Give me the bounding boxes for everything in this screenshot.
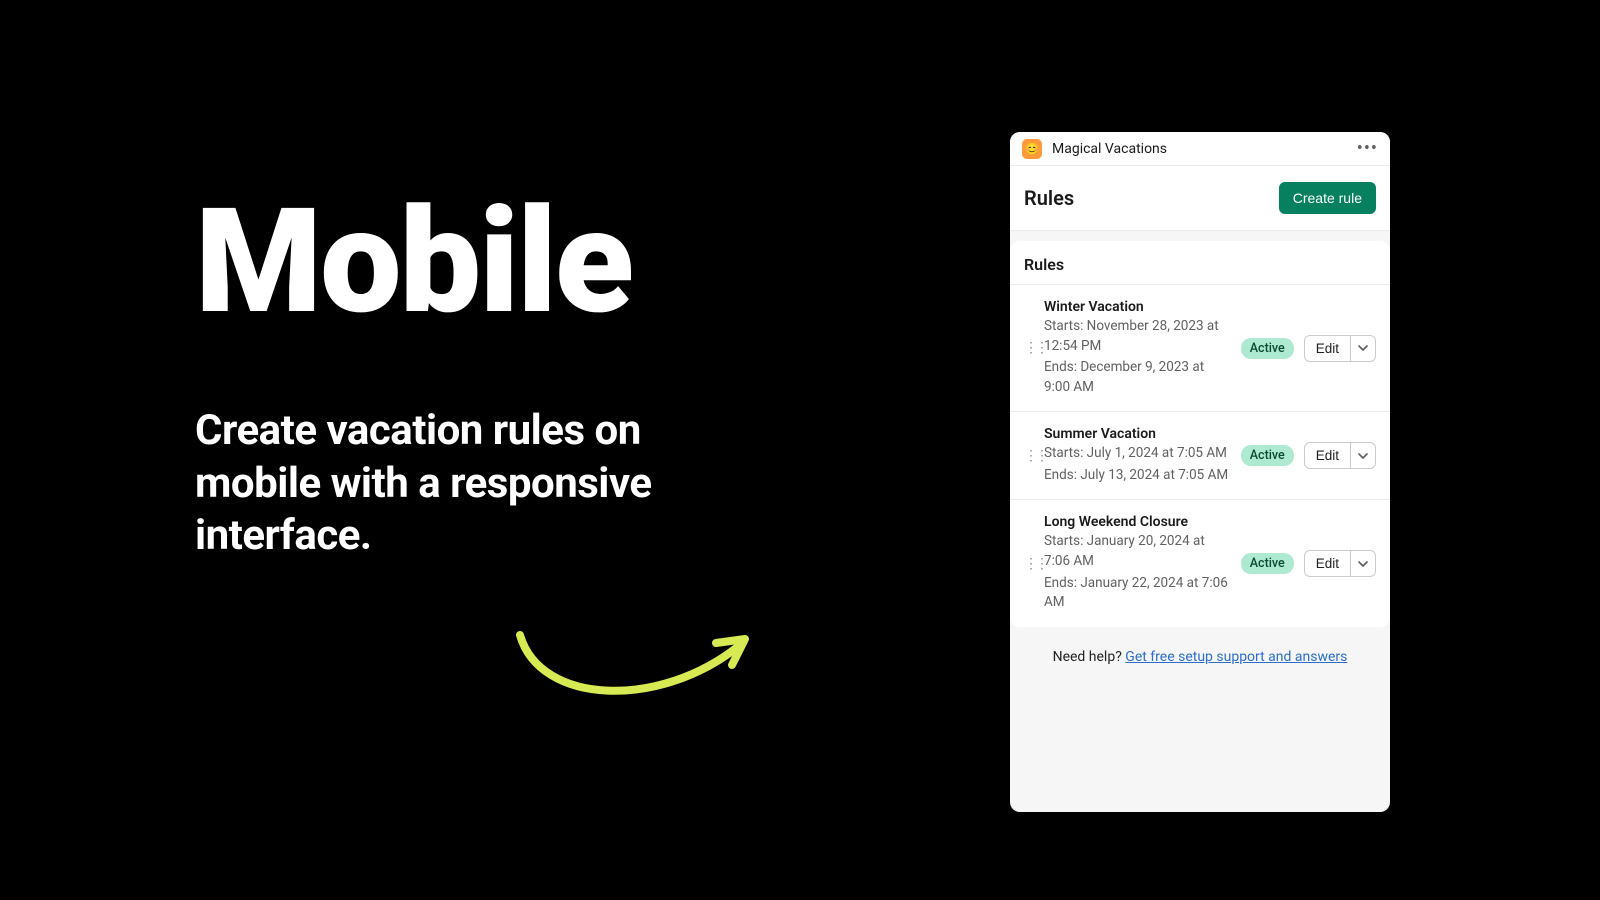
drag-handle-icon[interactable]: ⋮⋮	[1024, 556, 1034, 572]
app-name: Magical Vacations	[1052, 141, 1357, 157]
rule-ends: Ends: January 22, 2024 at 7:06 AM	[1044, 574, 1231, 613]
help-link[interactable]: Get free setup support and answers	[1125, 649, 1347, 665]
help-prefix: Need help?	[1053, 649, 1126, 665]
page-title: Rules	[1024, 186, 1074, 210]
rule-title: Long Weekend Closure	[1044, 514, 1231, 530]
rules-card: Rules ⋮⋮ Winter Vacation Starts: Novembe…	[1010, 241, 1390, 627]
app-header: 😊 Magical Vacations •••	[1010, 132, 1390, 166]
rule-title: Summer Vacation	[1044, 426, 1231, 442]
chevron-down-icon	[1358, 343, 1368, 353]
rule-row: ⋮⋮ Long Weekend Closure Starts: January …	[1010, 499, 1390, 626]
edit-dropdown-button[interactable]	[1351, 550, 1376, 577]
chevron-down-icon	[1358, 451, 1368, 461]
rules-section-title: Rules	[1010, 241, 1390, 284]
app-icon: 😊	[1022, 139, 1042, 159]
drag-handle-icon[interactable]: ⋮⋮	[1024, 340, 1034, 356]
hero-subtitle: Create vacation rules on mobile with a r…	[195, 405, 655, 563]
edit-dropdown-button[interactable]	[1351, 442, 1376, 469]
edit-dropdown-button[interactable]	[1351, 335, 1376, 362]
rule-ends: Ends: July 13, 2024 at 7:05 AM	[1044, 466, 1231, 486]
create-rule-button[interactable]: Create rule	[1279, 182, 1376, 214]
help-text: Need help? Get free setup support and an…	[1010, 627, 1390, 665]
status-badge: Active	[1241, 553, 1294, 574]
rule-starts: Starts: November 28, 2023 at 12:54 PM	[1044, 317, 1231, 356]
arrow-illustration	[510, 615, 770, 715]
rule-ends: Ends: December 9, 2023 at 9:00 AM	[1044, 358, 1231, 397]
drag-handle-icon[interactable]: ⋮⋮	[1024, 448, 1034, 464]
chevron-down-icon	[1358, 559, 1368, 569]
edit-button[interactable]: Edit	[1304, 442, 1351, 469]
edit-button[interactable]: Edit	[1304, 335, 1351, 362]
edit-button[interactable]: Edit	[1304, 550, 1351, 577]
rule-title: Winter Vacation	[1044, 299, 1231, 315]
status-badge: Active	[1241, 445, 1294, 466]
status-badge: Active	[1241, 338, 1294, 359]
rule-row: ⋮⋮ Summer Vacation Starts: July 1, 2024 …	[1010, 411, 1390, 499]
rule-starts: Starts: January 20, 2024 at 7:06 AM	[1044, 532, 1231, 571]
mobile-mockup: 😊 Magical Vacations ••• Rules Create rul…	[1010, 132, 1390, 812]
rule-starts: Starts: July 1, 2024 at 7:05 AM	[1044, 444, 1231, 464]
rule-row: ⋮⋮ Winter Vacation Starts: November 28, …	[1010, 284, 1390, 411]
page-header: Rules Create rule	[1010, 166, 1390, 231]
hero-title: Mobile	[195, 190, 815, 335]
